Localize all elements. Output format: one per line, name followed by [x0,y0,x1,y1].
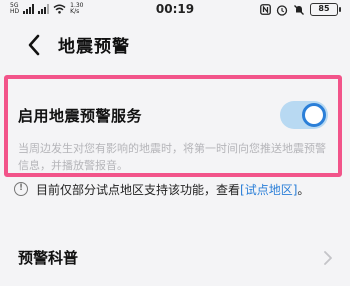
notice-text: 目前仅部分试点地区支持该功能，查看 [36,182,241,197]
status-bar: 5G HD 1.30 K/s 00:19 85 [0,0,350,22]
back-arrow-icon[interactable] [22,32,48,58]
earthquake-warning-service-label: 启用地震预警服务 [18,107,143,125]
info-icon: ! [14,182,28,196]
toggle-knob [302,103,326,127]
earthquake-warning-toggle[interactable] [280,101,328,129]
nfc-icon [260,4,271,15]
status-right: 85 [260,3,341,16]
header: 地震预警 [0,22,350,68]
pilot-area-notice: ! 目前仅部分试点地区支持该功能，查看 [试点地区]。 [14,180,344,198]
mute-bell-icon [294,4,304,15]
chevron-right-icon[interactable] [322,250,334,266]
alarm-clock-icon [276,4,288,16]
pilot-area-link[interactable]: [试点地区] [240,181,297,198]
notice-end: 。 [297,182,310,197]
service-description: 当周边发生对您有影响的地震时，将第一时间向您推送地震预警信息，并播放警报音。 [18,142,326,172]
battery-icon: 85 [310,3,341,16]
popular-science-item[interactable]: 预警科普 [18,247,78,268]
page-title: 地震预警 [58,37,130,57]
